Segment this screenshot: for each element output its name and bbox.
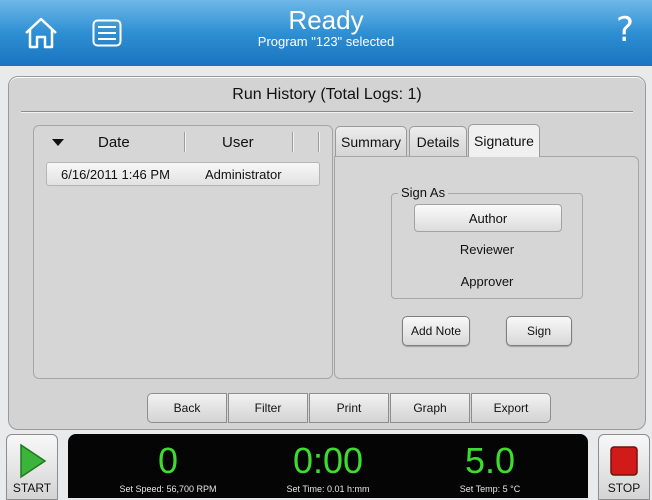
set-time-label: Set Time: 0.01 h:mm <box>286 484 370 494</box>
tab-summary[interactable]: Summary <box>335 126 407 157</box>
sign-as-group: Sign As Author Reviewer Approver <box>391 185 583 299</box>
add-note-button[interactable]: Add Note <box>402 316 470 346</box>
sign-button[interactable]: Sign <box>506 316 572 346</box>
signature-tab-content: Sign As Author Reviewer Approver Add Not… <box>334 156 639 379</box>
help-icon: ? <box>615 10 634 50</box>
temp-readout: 5.0 <box>464 440 516 481</box>
run-control-footer: START 0 Set Speed: 56,700 RPM 0:00 Set T… <box>0 430 652 500</box>
log-row[interactable]: 6/16/2011 1:46 PM Administrator <box>46 162 320 186</box>
tab-signature[interactable]: Signature <box>468 124 540 157</box>
tab-details[interactable]: Details <box>409 126 467 157</box>
sign-as-legend: Sign As <box>398 185 449 200</box>
column-divider <box>184 132 186 152</box>
start-button[interactable]: START <box>6 434 58 500</box>
status-subtitle: Program "123" selected <box>257 34 395 49</box>
back-button[interactable]: Back <box>147 393 227 423</box>
export-button[interactable]: Export <box>471 393 551 423</box>
list-header: Date User <box>34 126 332 158</box>
log-list: Date User 6/16/2011 1:46 PM Administrato… <box>33 125 333 379</box>
graph-button[interactable]: Graph <box>390 393 470 423</box>
stop-button[interactable]: STOP <box>598 434 650 500</box>
action-bar: Back Filter Print Graph Export <box>147 393 552 423</box>
role-option-author[interactable]: Author <box>414 204 562 232</box>
sort-down-icon[interactable] <box>52 139 64 146</box>
set-speed-label: Set Speed: 56,700 RPM <box>119 484 217 494</box>
print-button[interactable]: Print <box>309 393 389 423</box>
role-option-reviewer[interactable]: Reviewer <box>414 236 560 262</box>
title-divider <box>21 111 633 113</box>
help-button[interactable]: ? <box>616 10 634 50</box>
column-header-user[interactable]: User <box>222 134 254 151</box>
set-temp-label: Set Temp: 5 °C <box>459 484 521 494</box>
status-title: Ready <box>288 5 364 35</box>
start-label: START <box>12 481 52 495</box>
readout-display: 0 Set Speed: 56,700 RPM 0:00 Set Time: 0… <box>68 434 588 498</box>
filter-button[interactable]: Filter <box>228 393 308 423</box>
run-history-panel: Run History (Total Logs: 1) Date User 6/… <box>8 76 646 430</box>
header-bar: Ready Program "123" selected ? <box>0 0 652 66</box>
log-row-date: 6/16/2011 1:46 PM <box>61 167 170 182</box>
stop-label: STOP <box>607 481 641 495</box>
log-row-user: Administrator <box>205 167 282 182</box>
stop-icon <box>610 446 638 476</box>
panel-title: Run History (Total Logs: 1) <box>232 86 422 103</box>
column-divider <box>318 132 320 152</box>
column-divider <box>292 132 294 152</box>
role-option-approver[interactable]: Approver <box>414 268 560 294</box>
time-readout: 0:00 <box>292 440 364 481</box>
speed-readout: 0 <box>157 440 179 481</box>
status-title-block: Ready Program "123" selected <box>0 6 652 50</box>
play-icon <box>20 443 47 479</box>
column-header-date[interactable]: Date <box>98 134 130 151</box>
